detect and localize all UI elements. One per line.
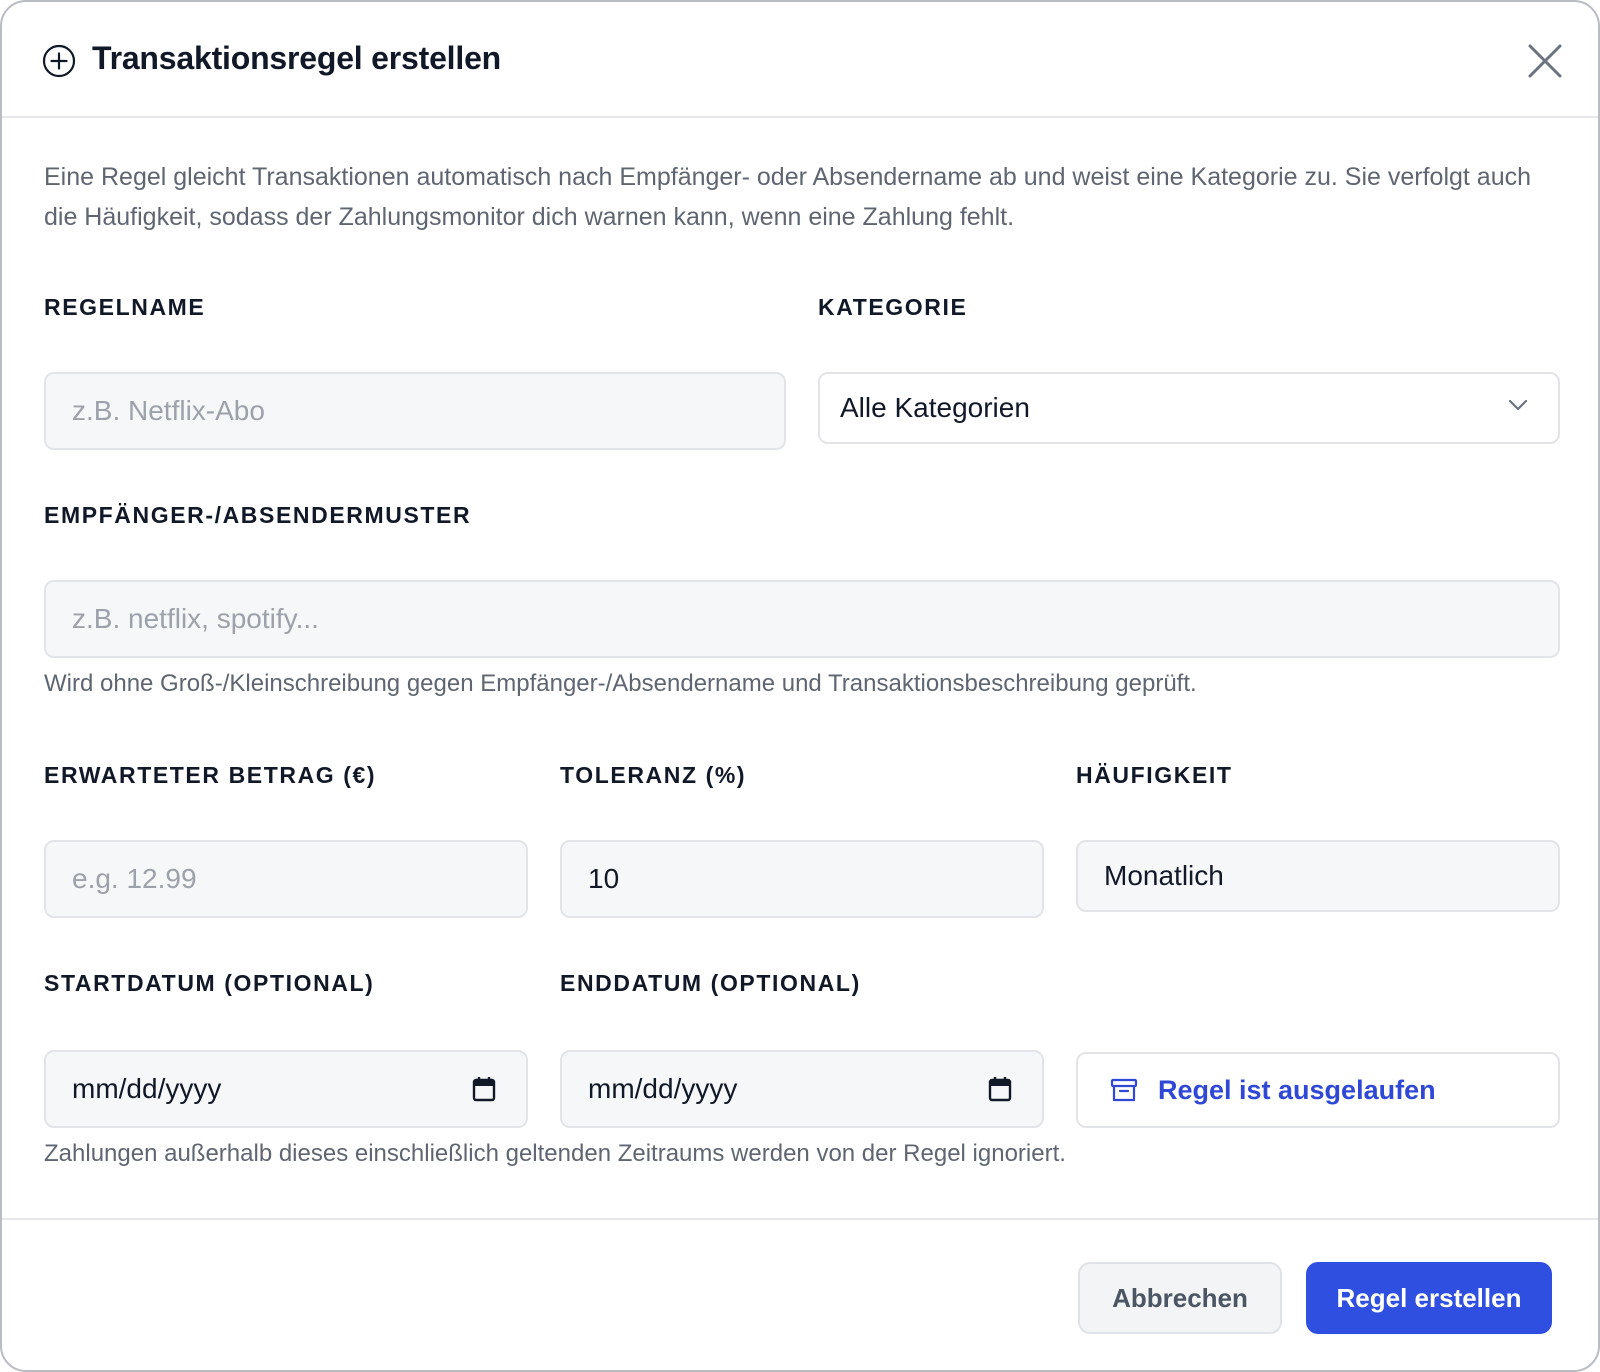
- tolerance-input[interactable]: 10: [560, 840, 1044, 918]
- pattern-placeholder: z.B. netflix, spotify...: [72, 603, 319, 634]
- chevron-down-icon: [1508, 399, 1528, 411]
- start-date-input[interactable]: mm/dd/yyyy: [44, 1050, 528, 1128]
- dialog-description: Eine Regel gleicht Transaktionen automat…: [44, 163, 1532, 231]
- calendar-icon[interactable]: [988, 1076, 1012, 1102]
- tolerance-label: TOLERANZ (%): [560, 762, 747, 788]
- archive-icon: [1110, 1078, 1138, 1102]
- category-label: KATEGORIE: [818, 294, 968, 320]
- cancel-button[interactable]: Abbrechen: [1078, 1262, 1282, 1334]
- amount-placeholder: e.g. 12.99: [72, 863, 197, 894]
- start-date-label: STARTDATUM (OPTIONAL): [44, 970, 375, 996]
- pattern-label: EMPFÄNGER-/ABSENDERMUSTER: [44, 502, 472, 528]
- pattern-hint: Wird ohne Groß-/Kleinschreibung gegen Em…: [44, 670, 1197, 697]
- rule-name-input[interactable]: z.B. Netflix-Abo: [44, 372, 786, 450]
- date-hint: Zahlungen außerhalb dieses einschließlic…: [44, 1140, 1066, 1167]
- frequency-selected-value: Monatlich: [1104, 860, 1224, 891]
- rule-name-placeholder: z.B. Netflix-Abo: [72, 395, 265, 426]
- close-icon[interactable]: [1526, 42, 1564, 80]
- category-select[interactable]: Alle Kategorien: [818, 372, 1560, 444]
- frequency-label: HÄUFIGKEIT: [1076, 762, 1233, 788]
- footer-divider: [2, 1218, 1598, 1220]
- create-rule-dialog: Transaktionsregel erstellen Eine Regel g…: [0, 0, 1600, 1372]
- frequency-select[interactable]: Monatlich: [1076, 840, 1560, 912]
- end-date-label: ENDDATUM (OPTIONAL): [560, 970, 861, 996]
- start-date-placeholder: mm/dd/yyyy: [72, 1073, 222, 1104]
- amount-label: ERWARTETER BETRAG (€): [44, 762, 377, 788]
- plus-circle-icon: [42, 44, 76, 78]
- end-date-placeholder: mm/dd/yyyy: [588, 1073, 738, 1104]
- pattern-input[interactable]: z.B. netflix, spotify...: [44, 580, 1560, 658]
- create-rule-button[interactable]: Regel erstellen: [1306, 1262, 1552, 1334]
- rule-expired-label: Regel ist ausgelaufen: [1158, 1074, 1436, 1105]
- rule-expired-button[interactable]: Regel ist ausgelaufen: [1076, 1052, 1560, 1128]
- tolerance-value: 10: [588, 863, 620, 894]
- dialog-header: Transaktionsregel erstellen: [2, 2, 1598, 118]
- rule-name-label: REGELNAME: [44, 294, 206, 320]
- calendar-icon[interactable]: [472, 1076, 496, 1102]
- dialog-title: Transaktionsregel erstellen: [92, 40, 502, 76]
- category-selected-value: Alle Kategorien: [840, 392, 1030, 423]
- amount-input[interactable]: e.g. 12.99: [44, 840, 528, 918]
- end-date-input[interactable]: mm/dd/yyyy: [560, 1050, 1044, 1128]
